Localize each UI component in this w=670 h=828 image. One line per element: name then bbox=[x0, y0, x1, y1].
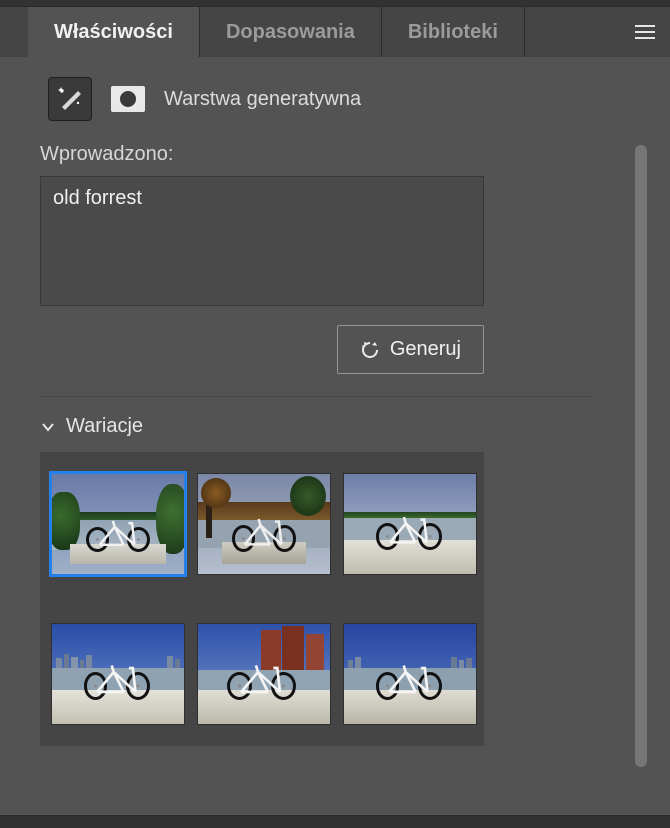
variation-thumb[interactable] bbox=[52, 474, 184, 574]
tab-properties[interactable]: Właściwości bbox=[28, 7, 200, 57]
variation-thumb[interactable] bbox=[344, 624, 476, 724]
layer-title: Warstwa generatywna bbox=[164, 88, 361, 111]
variation-thumb[interactable] bbox=[198, 624, 330, 724]
variations-toggle[interactable]: Wariacje bbox=[40, 415, 614, 438]
variations-grid bbox=[40, 452, 484, 746]
layer-header: Warstwa generatywna bbox=[0, 57, 670, 131]
regenerate-icon bbox=[360, 340, 380, 360]
chevron-down-icon bbox=[40, 419, 56, 435]
prompt-input[interactable] bbox=[40, 176, 484, 306]
tab-adjustments[interactable]: Dopasowania bbox=[200, 7, 382, 57]
generate-button-label: Generuj bbox=[390, 338, 461, 361]
variation-thumb[interactable] bbox=[198, 474, 330, 574]
generate-button[interactable]: Generuj bbox=[337, 325, 484, 374]
variations-label: Wariacje bbox=[66, 415, 143, 438]
tab-libraries[interactable]: Biblioteki bbox=[382, 7, 525, 57]
variation-thumb[interactable] bbox=[52, 624, 184, 724]
tab-bar: Właściwości Dopasowania Biblioteki bbox=[0, 7, 670, 57]
prompt-label: Wprowadzono: bbox=[40, 143, 614, 166]
scrollbar[interactable] bbox=[632, 137, 650, 807]
panel-menu-button[interactable] bbox=[620, 7, 670, 57]
generative-layer-icon bbox=[48, 77, 92, 121]
variation-thumb[interactable] bbox=[344, 474, 476, 574]
layer-mask-icon[interactable] bbox=[106, 77, 150, 121]
hamburger-icon bbox=[634, 24, 656, 40]
properties-panel: Właściwości Dopasowania Biblioteki bbox=[0, 6, 670, 816]
scrollbar-thumb[interactable] bbox=[635, 145, 647, 767]
